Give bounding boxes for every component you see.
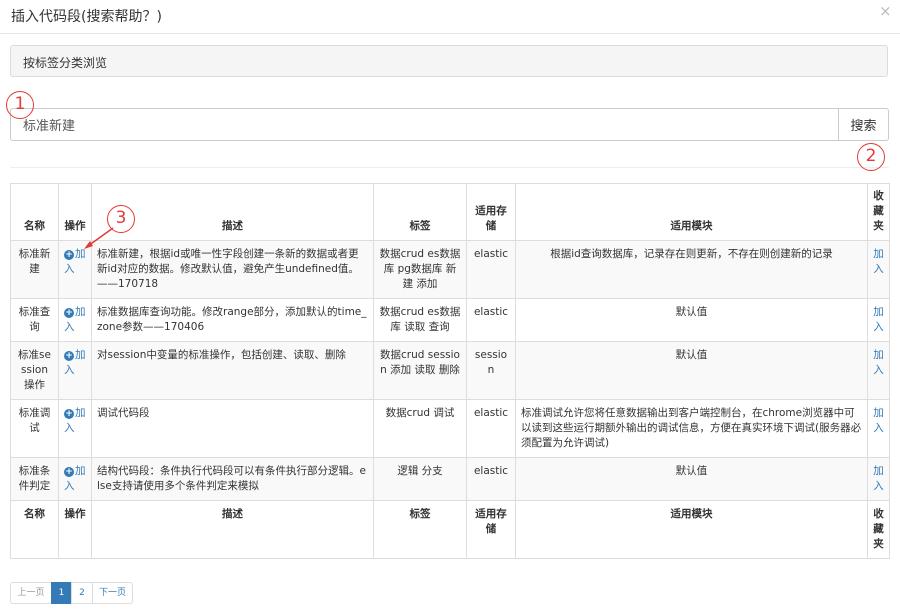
cell-module: 默认值 xyxy=(515,298,868,342)
tag-browse-panel[interactable]: 按标签分类浏览 xyxy=(10,45,888,77)
cell-tags: 数据crud es数据库 pg数据库 新建 添加 xyxy=(373,240,467,299)
cell-tags: 逻辑 分支 xyxy=(373,457,467,501)
plus-circle-icon: + xyxy=(64,351,74,361)
cell-module: 根据id查询数据库，记录存在则更新，不存在则创建新的记录 xyxy=(515,240,868,299)
table-row: 标准调试 + 加入 调试代码段 数据crud 调试 elastic 标准调试允许您… xyxy=(10,399,890,458)
table-row: 标准新建 + 加入 标准新建，根据id或唯一性字段创建一条新的数据或者更新id对应… xyxy=(10,240,890,299)
cell-description: 调试代码段 xyxy=(91,399,374,458)
cell-description: 结构代码段：条件执行代码段可以有条件执行部分逻辑。else支持请使用多个条件判定… xyxy=(91,457,374,501)
column-header-module: 适用模块 xyxy=(515,183,868,241)
plus-circle-icon: + xyxy=(64,467,74,477)
next-page-button[interactable]: 下一页 xyxy=(92,582,133,604)
column-header-action: 操作 xyxy=(58,183,92,241)
add-to-favorites-link[interactable]: 加入 xyxy=(873,407,884,434)
column-footer-favorites: 收藏夹 xyxy=(867,500,890,559)
column-header-storage: 适用存储 xyxy=(466,183,516,241)
column-footer-tags: 标签 xyxy=(373,500,467,559)
column-footer-name: 名称 xyxy=(10,500,59,559)
annotation-marker-2: 2 xyxy=(857,143,885,171)
cell-tags: 数据crud 调试 xyxy=(373,399,467,458)
page-1-button[interactable]: 1 xyxy=(51,582,72,604)
table-header-row: 名称 操作 描述 标签 适用存储 适用模块 收藏夹 xyxy=(10,183,890,241)
cell-storage: elastic xyxy=(466,399,516,458)
column-header-favorites: 收藏夹 xyxy=(867,183,890,241)
pagination: 上一页 1 2 下一页 xyxy=(10,582,133,604)
column-header-tags: 标签 xyxy=(373,183,467,241)
column-header-description: 描述 xyxy=(91,183,374,241)
cell-tags: 数据crud es数据库 读取 查询 xyxy=(373,298,467,342)
annotation-marker-1: 1 xyxy=(6,91,34,119)
plus-circle-icon: + xyxy=(64,308,74,318)
search-group: 搜索 xyxy=(10,108,889,141)
cell-name: 标准调试 xyxy=(10,399,59,458)
column-footer-action: 操作 xyxy=(58,500,92,559)
search-input[interactable] xyxy=(10,108,839,141)
column-footer-module: 适用模块 xyxy=(515,500,868,559)
tag-browse-label: 按标签分类浏览 xyxy=(23,56,108,70)
page-2-button[interactable]: 2 xyxy=(71,582,93,604)
add-to-favorites-link[interactable]: 加入 xyxy=(873,465,884,492)
table-row: 标准session操作 + 加入 对session中变量的标准操作，包括创建、读取… xyxy=(10,341,890,400)
column-header-name: 名称 xyxy=(10,183,59,241)
prev-page-button[interactable]: 上一页 xyxy=(10,582,52,604)
column-footer-storage: 适用存储 xyxy=(466,500,516,559)
cell-description: 标准数据库查询功能。修改range部分，添加默认的time_zone参数——17… xyxy=(91,298,374,342)
cell-storage: session xyxy=(466,341,516,400)
cell-description: 对session中变量的标准操作，包括创建、读取、删除 xyxy=(91,341,374,400)
header-divider xyxy=(0,33,900,34)
add-action[interactable]: + 加入 xyxy=(58,457,92,501)
table-row: 标准条件判定 + 加入 结构代码段：条件执行代码段可以有条件执行部分逻辑。else… xyxy=(10,457,890,501)
plus-circle-icon: + xyxy=(64,409,74,419)
plus-circle-icon: + xyxy=(64,250,74,260)
add-action[interactable]: + 加入 xyxy=(58,399,92,458)
add-action[interactable]: + 加入 xyxy=(58,298,92,342)
cell-description: 标准新建，根据id或唯一性字段创建一条新的数据或者更新id对应的数据。修改默认值… xyxy=(91,240,374,299)
add-to-favorites-link[interactable]: 加入 xyxy=(873,248,884,275)
cell-storage: elastic xyxy=(466,457,516,501)
table-footer-row: 名称 操作 描述 标签 适用存储 适用模块 收藏夹 xyxy=(10,500,890,559)
add-to-favorites-link[interactable]: 加入 xyxy=(873,306,884,333)
cell-module: 默认值 xyxy=(515,457,868,501)
cell-name: 标准查询 xyxy=(10,298,59,342)
cell-module: 默认值 xyxy=(515,341,868,400)
cell-module: 标准调试允许您将任意数据输出到客户端控制台，在chrome浏览器中可以读到这些运… xyxy=(515,399,868,458)
cell-name: 标准session操作 xyxy=(10,341,59,400)
column-footer-description: 描述 xyxy=(91,500,374,559)
cell-storage: elastic xyxy=(466,298,516,342)
add-action[interactable]: + 加入 xyxy=(58,240,92,299)
table-row: 标准查询 + 加入 标准数据库查询功能。修改range部分，添加默认的time_z… xyxy=(10,298,890,342)
modal-title: 插入代码段(搜索帮助？) xyxy=(11,9,162,25)
cell-name: 标准新建 xyxy=(10,240,59,299)
snippet-table: 名称 操作 描述 标签 适用存储 适用模块 收藏夹 标准新建 + 加入 标准新建，… xyxy=(10,183,890,559)
add-action[interactable]: + 加入 xyxy=(58,341,92,400)
divider xyxy=(10,167,889,168)
cell-name: 标准条件判定 xyxy=(10,457,59,501)
close-icon[interactable]: × xyxy=(879,2,892,20)
add-to-favorites-link[interactable]: 加入 xyxy=(873,349,884,376)
cell-tags: 数据crud session 添加 读取 删除 xyxy=(373,341,467,400)
cell-storage: elastic xyxy=(466,240,516,299)
search-button[interactable]: 搜索 xyxy=(838,108,889,141)
annotation-marker-3: 3 xyxy=(107,205,135,233)
